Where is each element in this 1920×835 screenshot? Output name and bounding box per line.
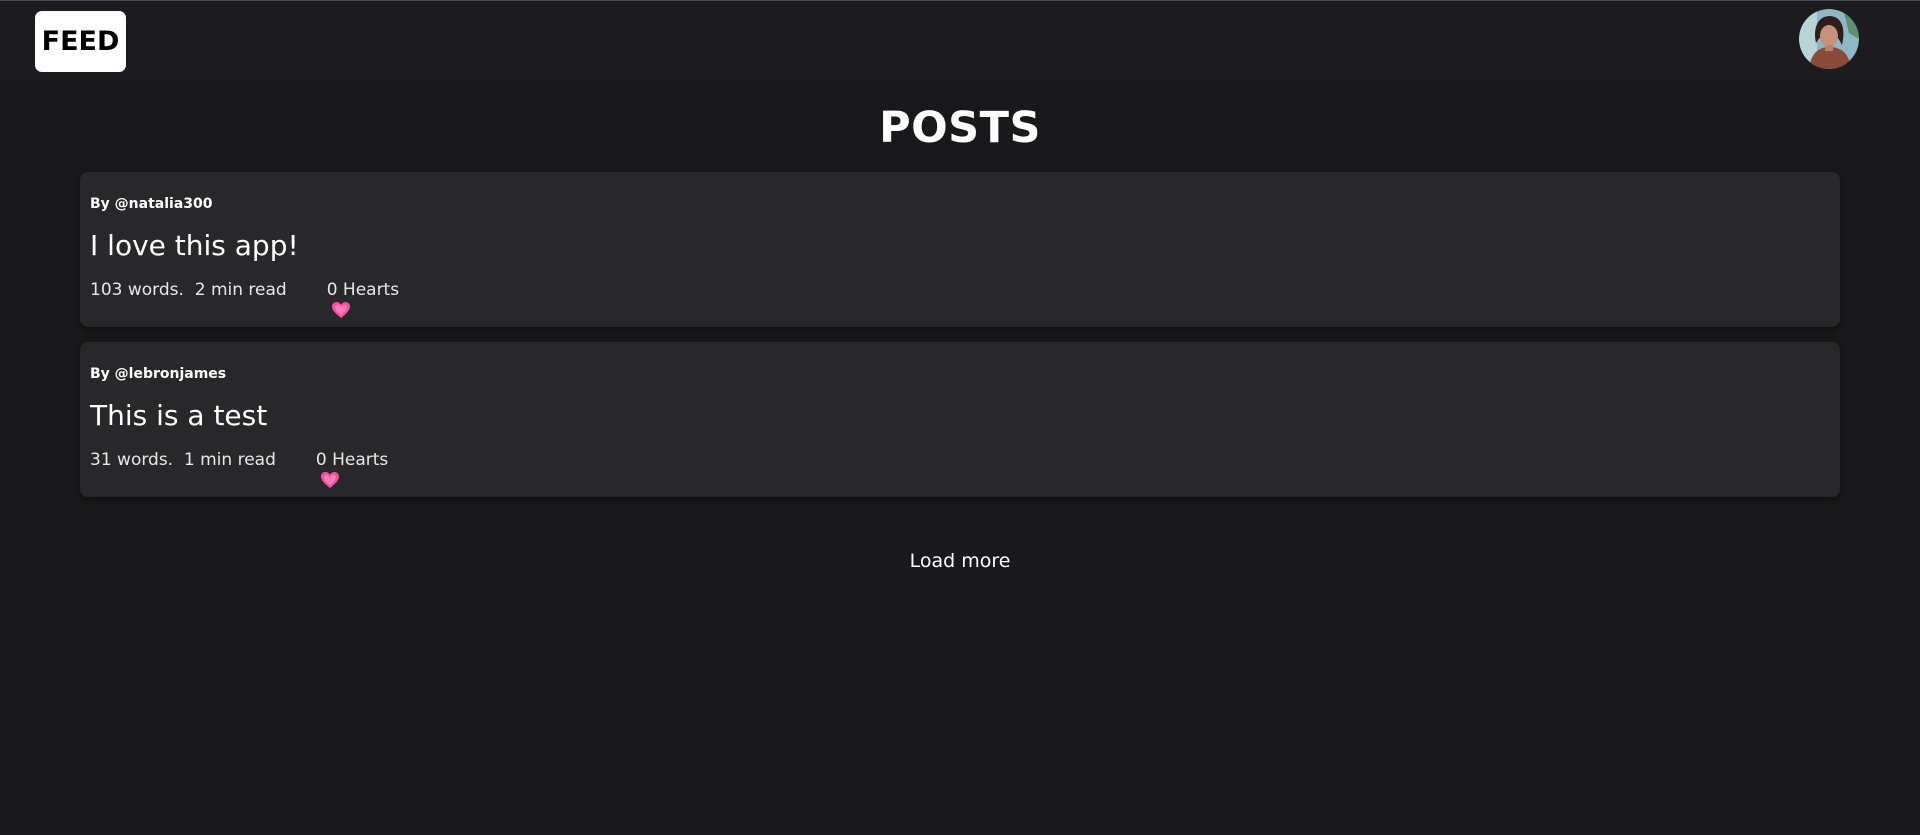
post-title: I love this app!: [90, 229, 299, 262]
post-read-time: 1 min read: [183, 450, 276, 470]
post-hearts-count: 0 Hearts: [326, 280, 400, 300]
post-author: By @lebronjames: [90, 366, 227, 382]
post-card[interactable]: By @lebronjames This is a test 31 words.…: [80, 342, 1840, 497]
post-hearts-count: 0 Hearts: [315, 450, 389, 470]
page-title: POSTS: [879, 103, 1041, 153]
post-title: This is a test: [90, 399, 268, 432]
post-word-count: 31 words.: [90, 450, 174, 470]
feed-logo-button[interactable]: FEED: [35, 11, 126, 72]
post-card[interactable]: By @natalia300 I love this app! 103 word…: [80, 172, 1840, 327]
avatar-image: [1799, 9, 1859, 69]
post-author: By @natalia300: [90, 196, 213, 212]
heart-icon: [299, 281, 351, 318]
top-navbar: FEED: [0, 0, 1920, 80]
post-word-count: 103 words.: [90, 280, 184, 300]
post-read-time: 2 min read: [194, 280, 287, 300]
post-meta: 103 words. 2 min read 0 Hearts: [90, 280, 400, 318]
load-more-button[interactable]: Load more: [860, 545, 1060, 577]
user-avatar[interactable]: [1799, 9, 1859, 69]
post-meta: 31 words. 1 min read 0 Hearts: [90, 450, 389, 488]
heart-icon: [288, 451, 340, 488]
